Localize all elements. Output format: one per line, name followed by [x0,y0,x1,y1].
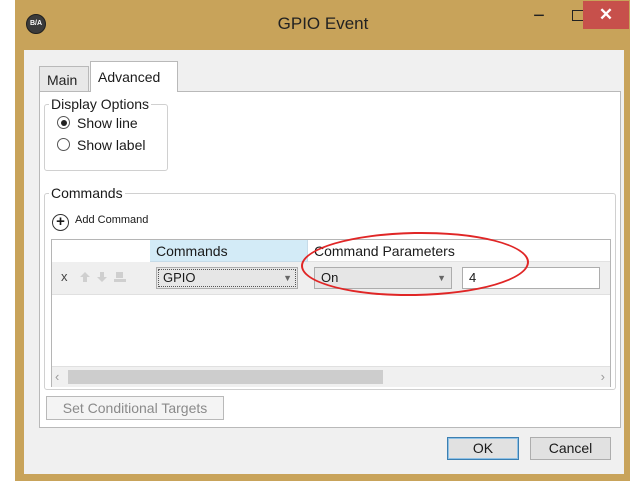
tab-advanced[interactable]: Advanced [90,61,178,92]
show-line-radio[interactable]: Show line [57,114,138,132]
dialog-client-area: Main Advanced Display Options Show line … [24,50,624,474]
delete-row-button[interactable]: x [61,269,68,284]
cancel-button[interactable]: Cancel [530,437,611,460]
title-bar[interactable]: B/A GPIO Event − ✕ [15,0,630,50]
add-command-label: Add Command [75,214,149,226]
minimize-button[interactable]: − [527,6,551,30]
tab-main[interactable]: Main [39,66,89,92]
parameter-select-value: On [321,270,339,285]
grid-header-blank [52,240,151,262]
move-up-icon[interactable] [79,271,91,286]
chevron-down-icon: ▼ [437,273,446,283]
command-select[interactable]: GPIO ▼ [156,267,298,289]
show-line-label: Show line [77,115,138,131]
move-down-icon[interactable] [96,271,108,286]
scrollbar-thumb[interactable] [68,370,383,384]
plus-icon[interactable]: + [52,214,69,231]
commands-grid: Commands Command Parameters x GPIO ▼ On … [51,239,611,387]
parameter-value-input[interactable]: 4 [462,267,600,289]
add-command-button[interactable]: + Add Command [52,211,148,231]
target-icon[interactable] [113,271,127,286]
parameters-column-header[interactable]: Command Parameters [308,240,610,262]
advanced-tab-panel: Display Options Show line Show label Com… [39,91,621,428]
radio-checked-icon[interactable] [57,116,70,129]
parameter-select[interactable]: On ▼ [314,267,452,289]
display-options-title: Display Options [49,96,152,112]
show-label-label: Show label [77,137,146,153]
table-row[interactable]: x GPIO ▼ On ▼ 4 [52,262,610,295]
show-label-radio[interactable]: Show label [57,136,146,154]
commands-group: Commands + Add Command Commands Command P… [44,185,616,390]
scroll-right-icon[interactable]: › [601,369,605,384]
ok-button[interactable]: OK [447,437,519,460]
scroll-left-icon[interactable]: ‹ [55,369,59,384]
display-options-group: Display Options Show line Show label [44,96,168,171]
set-conditional-targets-button[interactable]: Set Conditional Targets [46,396,224,420]
gpio-event-window: B/A GPIO Event − ✕ Main Advanced Display… [15,0,630,481]
radio-unchecked-icon[interactable] [57,138,70,151]
commands-group-title: Commands [49,185,125,201]
chevron-down-icon: ▼ [283,273,292,283]
horizontal-scrollbar[interactable]: ‹ › [52,366,610,387]
commands-column-header[interactable]: Commands [150,240,308,262]
command-select-value: GPIO [163,270,196,285]
close-button[interactable]: ✕ [583,1,629,29]
